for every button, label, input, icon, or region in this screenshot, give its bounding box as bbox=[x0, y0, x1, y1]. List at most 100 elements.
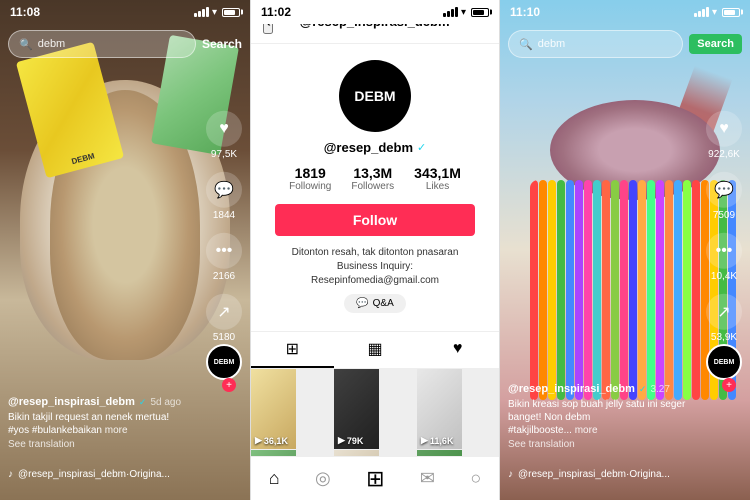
center-signal bbox=[443, 7, 458, 17]
avatar: DEBM bbox=[339, 60, 411, 132]
qna-button[interactable]: 💬 Q&A bbox=[344, 294, 406, 313]
right-panel: 11:10 ▾ 🔍 debm Search ♥ 922,6K bbox=[500, 0, 750, 500]
left-search-button[interactable]: Search bbox=[202, 37, 242, 51]
profile-verified-icon: ✓ bbox=[417, 141, 426, 154]
left-status-icons: ▾ bbox=[194, 7, 240, 18]
center-time: 11:02 bbox=[261, 5, 291, 19]
center-status-bar: 11:02 ▾ bbox=[251, 0, 499, 24]
wifi-icon: ▾ bbox=[212, 7, 217, 18]
nav-create[interactable]: ⊞ bbox=[366, 466, 384, 492]
straw-4 bbox=[566, 180, 574, 400]
straw-0 bbox=[530, 180, 538, 400]
bio-line2: Business Inquiry: Resepinfomedia@gmail.c… bbox=[273, 260, 477, 288]
straw-20 bbox=[710, 180, 718, 400]
center-panel: 11:02 ▾ ‹ @resep_inspirasi_debm ••• bbox=[250, 0, 500, 500]
straw-6 bbox=[584, 180, 592, 400]
qna-icon: 💬 bbox=[356, 298, 368, 309]
following-label: Following bbox=[289, 181, 331, 192]
grid-item-2[interactable]: ▶ 79K bbox=[334, 369, 379, 449]
right-search-input-wrap[interactable]: 🔍 debm bbox=[508, 30, 683, 58]
bottom-nav: ⌂ ◎ ⊞ ✉ ○ bbox=[251, 456, 499, 500]
play-icon-2: ▶ bbox=[338, 435, 345, 446]
nav-discover[interactable]: ◎ bbox=[315, 468, 331, 489]
straw-13 bbox=[647, 180, 655, 400]
avatar-text: DEBM bbox=[354, 88, 395, 104]
nav-home[interactable]: ⌂ bbox=[269, 468, 280, 489]
grid-item-1[interactable]: ▶ 36,1K bbox=[251, 369, 296, 449]
followers-count: 13,3M bbox=[353, 165, 392, 181]
following-count: 1819 bbox=[295, 165, 326, 181]
right-status-icons: ▾ bbox=[694, 7, 740, 18]
right-wifi-icon: ▾ bbox=[712, 7, 717, 18]
straw-2 bbox=[548, 180, 556, 400]
stat-following: 1819 Following bbox=[289, 165, 331, 192]
center-wifi-icon: ▾ bbox=[461, 7, 466, 18]
straw-19 bbox=[701, 180, 709, 400]
cupcake-straws bbox=[530, 180, 740, 400]
straw-11 bbox=[629, 180, 637, 400]
right-search-button[interactable]: Search bbox=[689, 34, 742, 54]
left-search-bar[interactable]: 🔍 debm Search bbox=[8, 28, 242, 60]
liked-icon: ♥ bbox=[453, 340, 463, 358]
straw-1 bbox=[539, 180, 547, 400]
right-search-bar[interactable]: 🔍 debm Search bbox=[508, 28, 742, 60]
grid-count-1: ▶ 36,1K bbox=[255, 435, 288, 446]
play-icon-1: ▶ bbox=[255, 435, 262, 446]
follow-button[interactable]: Follow bbox=[275, 204, 475, 236]
left-status-bar: 11:08 ▾ bbox=[0, 0, 250, 24]
center-status-icons: ▾ bbox=[443, 7, 489, 18]
left-search-icon: 🔍 bbox=[19, 38, 33, 51]
right-time: 11:10 bbox=[510, 5, 540, 19]
nav-profile[interactable]: ○ bbox=[470, 468, 481, 489]
grid-item-3[interactable]: ▶ 11,6K bbox=[417, 369, 462, 449]
straw-17 bbox=[683, 180, 691, 400]
likes-label: Likes bbox=[426, 181, 449, 192]
straw-5 bbox=[575, 180, 583, 400]
straw-3 bbox=[557, 180, 565, 400]
right-status-bar: 11:10 ▾ bbox=[500, 0, 750, 24]
profile-stats: 1819 Following 13,3M Followers 343,1M Li… bbox=[289, 165, 461, 192]
profile-username-row: @resep_debm ✓ bbox=[324, 140, 427, 155]
right-signal bbox=[694, 7, 709, 17]
left-panel: 11:08 ▾ 🔍 debm Search ♥ 97,5K bbox=[0, 0, 250, 500]
stat-likes: 343,1M Likes bbox=[414, 165, 461, 192]
center-battery bbox=[471, 8, 489, 17]
tab-grid[interactable]: ⊞ bbox=[251, 332, 334, 368]
right-food-visual bbox=[530, 100, 740, 400]
followers-label: Followers bbox=[351, 181, 394, 192]
right-battery bbox=[722, 8, 740, 17]
profile-info: DEBM @resep_debm ✓ 1819 Following 13,3M … bbox=[251, 44, 499, 331]
bio-line1: Ditonton resah, tak ditonton pnasaran bbox=[273, 246, 477, 260]
straw-12 bbox=[638, 180, 646, 400]
popular-icon: ▦ bbox=[367, 339, 382, 359]
straw-8 bbox=[602, 180, 610, 400]
left-battery bbox=[222, 8, 240, 17]
grid-icon: ⊞ bbox=[286, 339, 299, 359]
left-signal bbox=[194, 7, 209, 17]
grid-count-2: ▶ 79K bbox=[338, 435, 363, 446]
grid-count-3: ▶ 11,6K bbox=[421, 435, 453, 446]
straw-21 bbox=[719, 180, 727, 400]
bio-text: Ditonton resah, tak ditonton pnasaran Bu… bbox=[263, 246, 487, 288]
center-content: 11:02 ▾ ‹ @resep_inspirasi_debm ••• bbox=[251, 0, 499, 500]
straw-15 bbox=[665, 180, 673, 400]
right-search-query: debm bbox=[538, 38, 566, 50]
profile-username: @resep_debm bbox=[324, 140, 413, 155]
right-search-icon: 🔍 bbox=[519, 38, 533, 51]
tab-popular[interactable]: ▦ bbox=[334, 332, 417, 368]
qna-label: Q&A bbox=[373, 298, 394, 309]
left-search-input-wrap[interactable]: 🔍 debm bbox=[8, 30, 196, 58]
likes-count: 343,1M bbox=[414, 165, 461, 181]
tab-liked[interactable]: ♥ bbox=[416, 332, 499, 368]
straw-10 bbox=[620, 180, 628, 400]
straw-16 bbox=[674, 180, 682, 400]
nav-inbox[interactable]: ✉ bbox=[420, 468, 435, 489]
straw-22 bbox=[728, 180, 736, 400]
profile-tabs: ⊞ ▦ ♥ bbox=[251, 331, 499, 369]
left-search-query: debm bbox=[38, 38, 66, 50]
straw-14 bbox=[656, 180, 664, 400]
left-time: 11:08 bbox=[10, 5, 40, 19]
stat-followers: 13,3M Followers bbox=[351, 165, 394, 192]
straw-9 bbox=[611, 180, 619, 400]
straw-7 bbox=[593, 180, 601, 400]
